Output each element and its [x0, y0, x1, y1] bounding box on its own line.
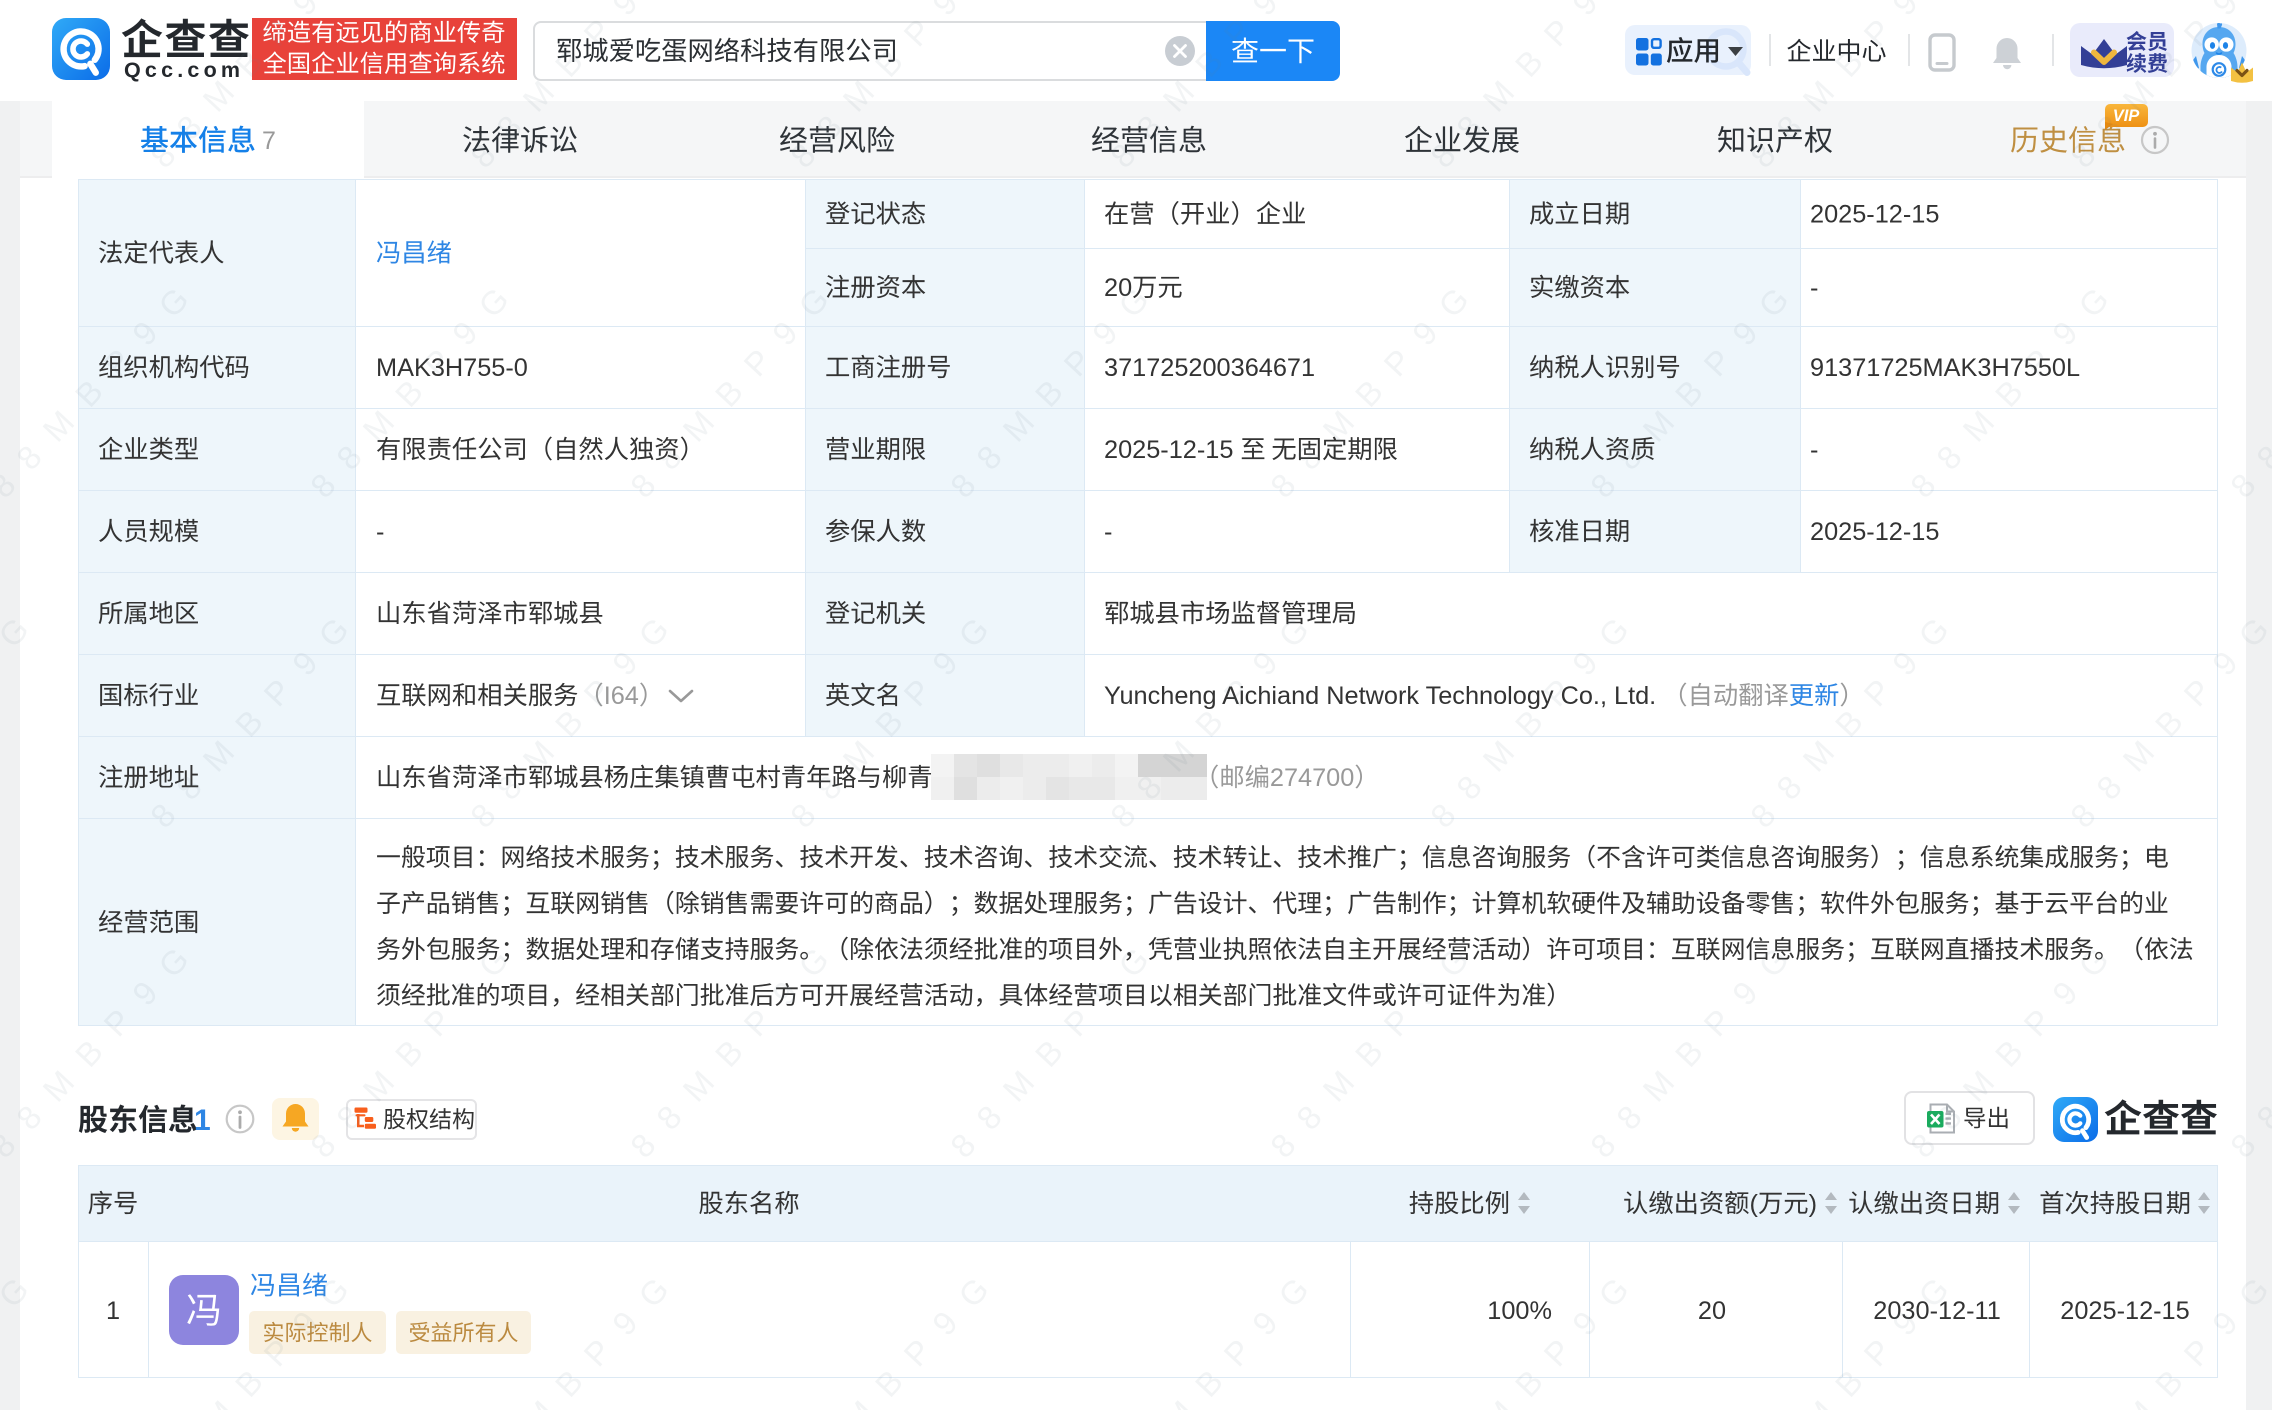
svg-text:371725200364671: 371725200364671 — [1104, 354, 1315, 382]
svg-text:1: 1 — [106, 1297, 120, 1325]
svg-text:2025-12-15: 2025-12-15 — [1810, 201, 1939, 229]
svg-text:-: - — [1810, 436, 1818, 464]
svg-text:-: - — [376, 518, 384, 546]
svg-text:7: 7 — [262, 127, 276, 155]
svg-text:(: ( — [1750, 1190, 1759, 1218]
svg-text:-: - — [1104, 518, 1112, 546]
svg-text:Qcc.com: Qcc.com — [124, 58, 244, 82]
svg-text:VIP: VIP — [2113, 107, 2141, 125]
svg-text:-: - — [1810, 274, 1818, 302]
svg-text:20: 20 — [1698, 1297, 1726, 1325]
svg-text:274700: 274700 — [1270, 764, 1354, 792]
svg-text:2025-12-15: 2025-12-15 — [1104, 436, 1233, 464]
svg-text:1: 1 — [194, 1104, 211, 1137]
svg-text:91371725MAK3H7550L: 91371725MAK3H7550L — [1810, 354, 2080, 382]
svg-text:2025-12-15: 2025-12-15 — [2060, 1297, 2189, 1325]
svg-text:100%: 100% — [1487, 1297, 1552, 1325]
svg-text:MAK3H755-0: MAK3H755-0 — [376, 354, 528, 382]
svg-text:2025-12-15: 2025-12-15 — [1810, 518, 1939, 546]
svg-text:I64: I64 — [604, 682, 639, 710]
svg-text:20: 20 — [1104, 274, 1132, 302]
svg-text:): ) — [1809, 1190, 1817, 1218]
svg-text:Yuncheng Aichiand Network Tech: Yuncheng Aichiand Network Technology Co.… — [1104, 682, 1656, 710]
svg-text:2030-12-11: 2030-12-11 — [1873, 1297, 2001, 1325]
